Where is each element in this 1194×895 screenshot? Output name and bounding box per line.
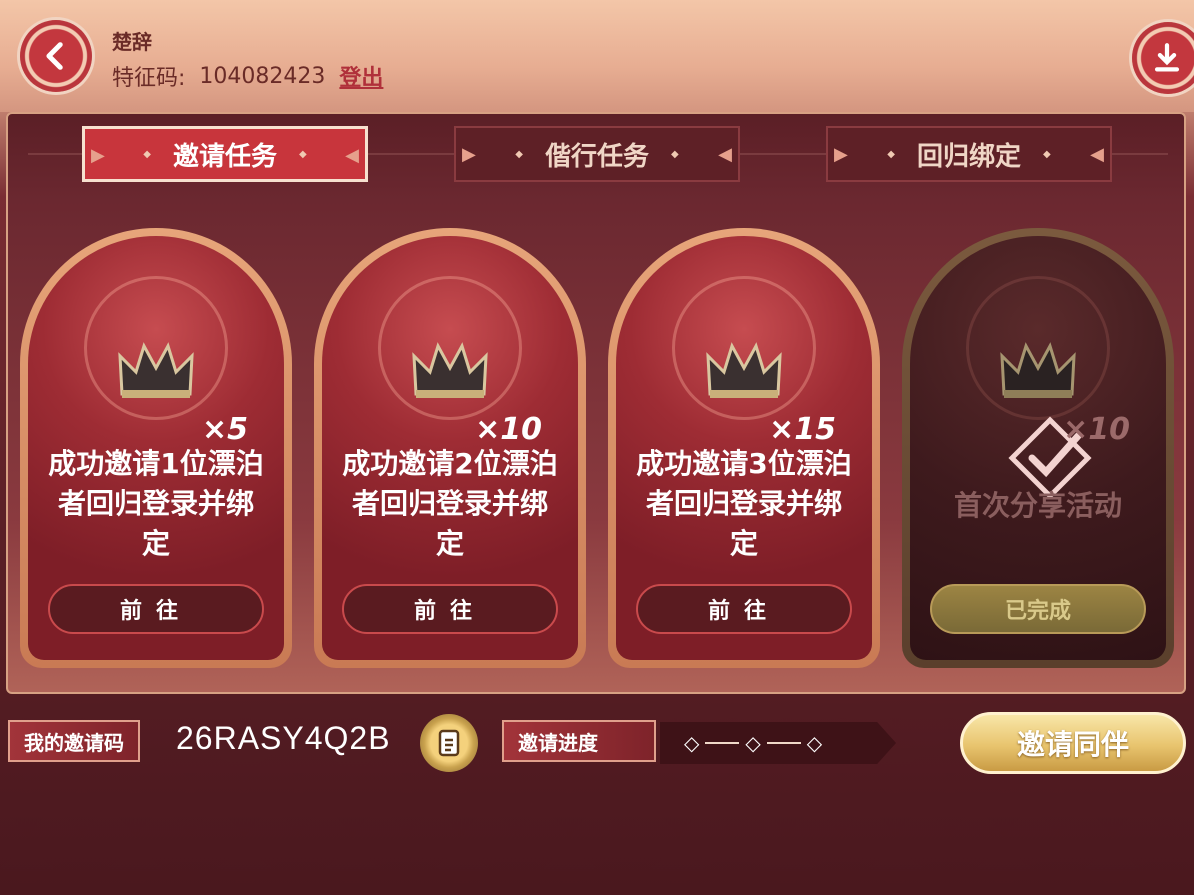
chevron-right-icon: ▶ [834,144,848,165]
feature-code: 特征码: 104082423 登出 [112,60,383,92]
copy-icon [438,729,460,757]
username: 楚辞 [112,30,152,54]
completed-button: 已完成 [930,584,1146,634]
feature-code-value: 104082423 [199,63,326,89]
reward-quantity: ×5 [201,412,248,447]
invite-code-label: 我的邀请码 [8,720,140,762]
task-card: ×10 成功邀请2位漂泊者回归登录并绑定 前往 [314,228,586,668]
feature-code-label: 特征码: [112,66,186,91]
tab-invite-tasks[interactable]: ▶ ◆ 邀请任务 ◆ ◀ [82,126,368,182]
task-description: 成功邀请1位漂泊者回归登录并绑定 [48,447,264,560]
tab-companion-tasks[interactable]: ▶ ◆ 偕行任务 ◆ ◀ [454,126,740,182]
crown-icon [1000,342,1076,398]
reward-quantity: ×10 [475,412,542,447]
chevron-left-icon: ◀ [718,144,732,165]
go-button[interactable]: 前往 [342,584,558,634]
copy-button[interactable] [420,714,478,772]
back-button[interactable] [20,20,92,92]
go-button[interactable]: 前往 [48,584,264,634]
tab-return-binding[interactable]: ▶ ◆ 回归绑定 ◆ ◀ [826,126,1112,182]
chevron-right-icon: ▶ [91,145,105,166]
download-button[interactable] [1132,22,1194,94]
go-button[interactable]: 前往 [636,584,852,634]
tab-bar: ▶ ◆ 邀请任务 ◆ ◀ ▶ ◆ 偕行任务 ◆ ◀ ▶ ◆ 回归绑定 ◆ ◀ [8,124,1188,184]
progress-node-icon: ◇ [806,731,823,755]
back-arrow-icon [46,42,63,70]
tab-label: 邀请任务 [172,141,277,172]
invite-code-value: 26RASY4Q2B [176,720,391,756]
crown-icon [412,342,488,398]
chevron-right-icon: ▶ [462,144,476,165]
invite-progress-label: 邀请进度 [502,720,656,762]
invite-companion-button[interactable]: 邀请同伴 [960,712,1186,774]
task-card-completed: ×10 首次分享活动 已完成 [902,228,1174,668]
task-description: 成功邀请3位漂泊者回归登录并绑定 [636,447,852,560]
download-icon [1154,43,1180,72]
reward-quantity: ×15 [769,412,836,447]
chevron-left-icon: ◀ [1090,144,1104,165]
task-description: 成功邀请2位漂泊者回归登录并绑定 [342,447,558,560]
task-description: 首次分享活动 [953,489,1122,522]
task-card: ×5 成功邀请1位漂泊者回归登录并绑定 前往 [20,228,292,668]
top-bar [0,0,1194,112]
progress-node-icon: ◇ [745,731,761,755]
logout-link[interactable]: 登出 [339,60,383,92]
crown-icon [706,342,782,398]
progress-node-icon: ◇ [684,731,700,755]
tab-label: 回归绑定 [916,141,1021,172]
crown-icon [118,342,194,398]
reward-quantity: ×10 [1063,412,1130,447]
chevron-left-icon: ◀ [345,145,359,166]
task-card: ×15 成功邀请3位漂泊者回归登录并绑定 前往 [608,228,880,668]
invite-progress-track: ◇ ◇ ◇ [660,722,896,764]
tab-label: 偕行任务 [544,141,649,172]
